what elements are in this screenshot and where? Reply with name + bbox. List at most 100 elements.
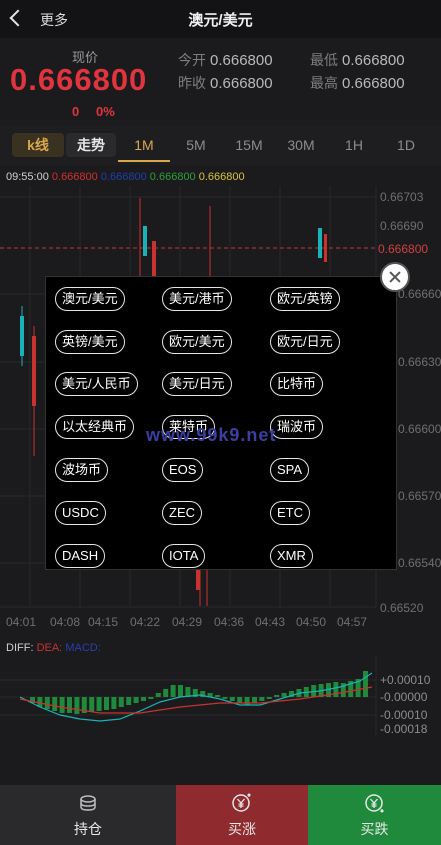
x-axis-labels: 04:01 04:08 04:15 04:22 04:29 04:36 04:4… [6, 615, 367, 629]
tab-1h[interactable]: 1H [332, 133, 376, 157]
symbol-option[interactable]: ETC [270, 501, 310, 525]
symbol-option[interactable]: 欧元/英镑 [270, 287, 340, 311]
x-tick: 04:08 [50, 615, 80, 629]
y-tick: 0.66600 [398, 422, 441, 436]
stat-open-value: 0.666800 [210, 52, 273, 69]
symbol-option[interactable]: 美元/港币 [162, 287, 232, 311]
holdings-label: 持仓 [74, 821, 102, 837]
stat-high-value: 0.666800 [342, 75, 405, 92]
candle [324, 234, 327, 262]
symbol-option[interactable]: 澳元/美元 [55, 287, 125, 311]
symbol-option[interactable]: ZEC [162, 501, 202, 525]
price-change-pct: 0% [96, 104, 115, 119]
symbol-option[interactable]: 美元/人民币 [55, 372, 138, 396]
x-tick: 04:57 [337, 615, 367, 629]
symbol-option[interactable]: 波场币 [55, 458, 109, 482]
ma-value-1: 0.666800 [51, 171, 98, 183]
macd-y-labels: +0.00010 -0.00000 -0.00010 -0.00018 [380, 673, 431, 736]
symbol-option[interactable]: USDC [55, 501, 106, 525]
symbol-option[interactable]: IOTA [162, 544, 206, 568]
tab-15m[interactable]: 15M [224, 133, 274, 157]
y-tick: 0.66690 [380, 219, 424, 233]
symbol-option[interactable]: EOS [162, 458, 204, 482]
close-popup-button[interactable] [380, 262, 410, 292]
macd-bar [59, 697, 65, 713]
macd-bar [155, 693, 161, 697]
macd-bar [215, 695, 220, 697]
symbol-option[interactable]: 美元/日元 [162, 372, 232, 396]
watermark-text: www.99k9.net [146, 425, 277, 445]
stat-prev-close: 昨收 0.666800 [178, 73, 273, 93]
macd-legend: DIFF: DEA: MACD: [6, 642, 101, 654]
candle [152, 241, 156, 276]
symbol-option[interactable]: 欧元/美元 [162, 330, 232, 354]
stat-low-value: 0.666800 [342, 52, 405, 69]
macd-bar [170, 685, 176, 697]
ma-value-3: 0.666800 [149, 171, 196, 183]
candle [318, 228, 322, 258]
macd-bar [252, 697, 257, 703]
ma-value-4: 0.666800 [198, 171, 245, 183]
buy-up-button[interactable]: 买涨 [176, 785, 308, 845]
macd-bar [126, 697, 132, 705]
stat-high-label: 最高 [310, 75, 338, 91]
x-tick: 04:22 [130, 615, 160, 629]
tab-30m[interactable]: 30M [278, 133, 324, 157]
macd-chart[interactable]: +0.00010 -0.00000 -0.00010 -0.00018 [0, 655, 441, 765]
y-tick: 0.66570 [398, 489, 441, 503]
stat-open: 今开 0.666800 [178, 50, 273, 70]
stat-prev-close-value: 0.666800 [210, 75, 273, 92]
symbol-option[interactable]: XMR [270, 544, 313, 568]
bottom-action-bar: 持仓 买涨 买跌 [0, 785, 441, 845]
x-tick: 04:15 [88, 615, 118, 629]
macd-bar [281, 693, 287, 697]
tab-kline[interactable]: k线 [12, 133, 64, 157]
symbol-option[interactable]: 英镑/美元 [55, 330, 125, 354]
stat-low: 最低 0.666800 [310, 50, 405, 70]
x-tick: 04:29 [172, 615, 202, 629]
buy-up-label: 买涨 [228, 821, 256, 837]
macd-bar [266, 697, 272, 699]
symbol-picker-popup: 澳元/美元 美元/港币 欧元/英镑 英镑/美元 欧元/美元 欧元/日元 美元/人… [45, 276, 397, 570]
y-tick-current: 0.666800 [378, 242, 428, 256]
symbol-option[interactable]: DASH [55, 544, 106, 568]
page-title: 澳元/美元 [188, 12, 253, 29]
tab-1d[interactable]: 1D [384, 133, 428, 157]
x-tick: 04:01 [6, 615, 36, 629]
macd-label: MACD: [65, 642, 101, 654]
buy-down-button[interactable]: 买跌 [308, 785, 441, 845]
symbol-option[interactable]: 以太经典币 [55, 415, 135, 439]
macd-bar [333, 682, 339, 697]
active-tab-indicator [118, 160, 170, 162]
diff-label: DIFF: [6, 642, 34, 654]
macd-histogram [30, 671, 368, 714]
dea-label: DEA: [36, 642, 63, 654]
macd-bar [163, 689, 169, 697]
stat-low-label: 最低 [310, 52, 338, 68]
candle [196, 568, 200, 590]
ma-legend: 09:55:00 0.666800 0.666800 0.666800 0.66… [6, 171, 245, 183]
tab-1m[interactable]: 1M [118, 133, 170, 157]
ma-value-2: 0.666800 [100, 171, 147, 183]
tab-5m[interactable]: 5M [172, 133, 220, 157]
symbol-option[interactable]: 瑞波币 [270, 415, 324, 439]
x-tick: 04:43 [255, 615, 285, 629]
symbol-option[interactable]: 比特币 [270, 372, 324, 396]
holdings-button[interactable]: 持仓 [0, 785, 176, 845]
x-tick: 04:50 [296, 615, 326, 629]
macd-bar [52, 697, 58, 711]
ma-time: 09:55:00 [6, 171, 49, 183]
y-tick: 0.66520 [380, 601, 424, 615]
macd-bar [363, 671, 368, 697]
stat-open-label: 今开 [178, 52, 206, 68]
x-tick: 04:36 [214, 615, 244, 629]
current-price: 0.666800 [10, 62, 148, 97]
macd-bar [96, 697, 102, 711]
macd-bar [111, 697, 117, 709]
coins-icon [80, 795, 96, 811]
symbol-option[interactable]: SPA [270, 458, 310, 482]
tab-trend[interactable]: 走势 [66, 133, 116, 157]
y-tick: 0.66630 [398, 355, 441, 369]
macd-bar [141, 697, 146, 701]
symbol-option[interactable]: 欧元/日元 [270, 330, 340, 354]
